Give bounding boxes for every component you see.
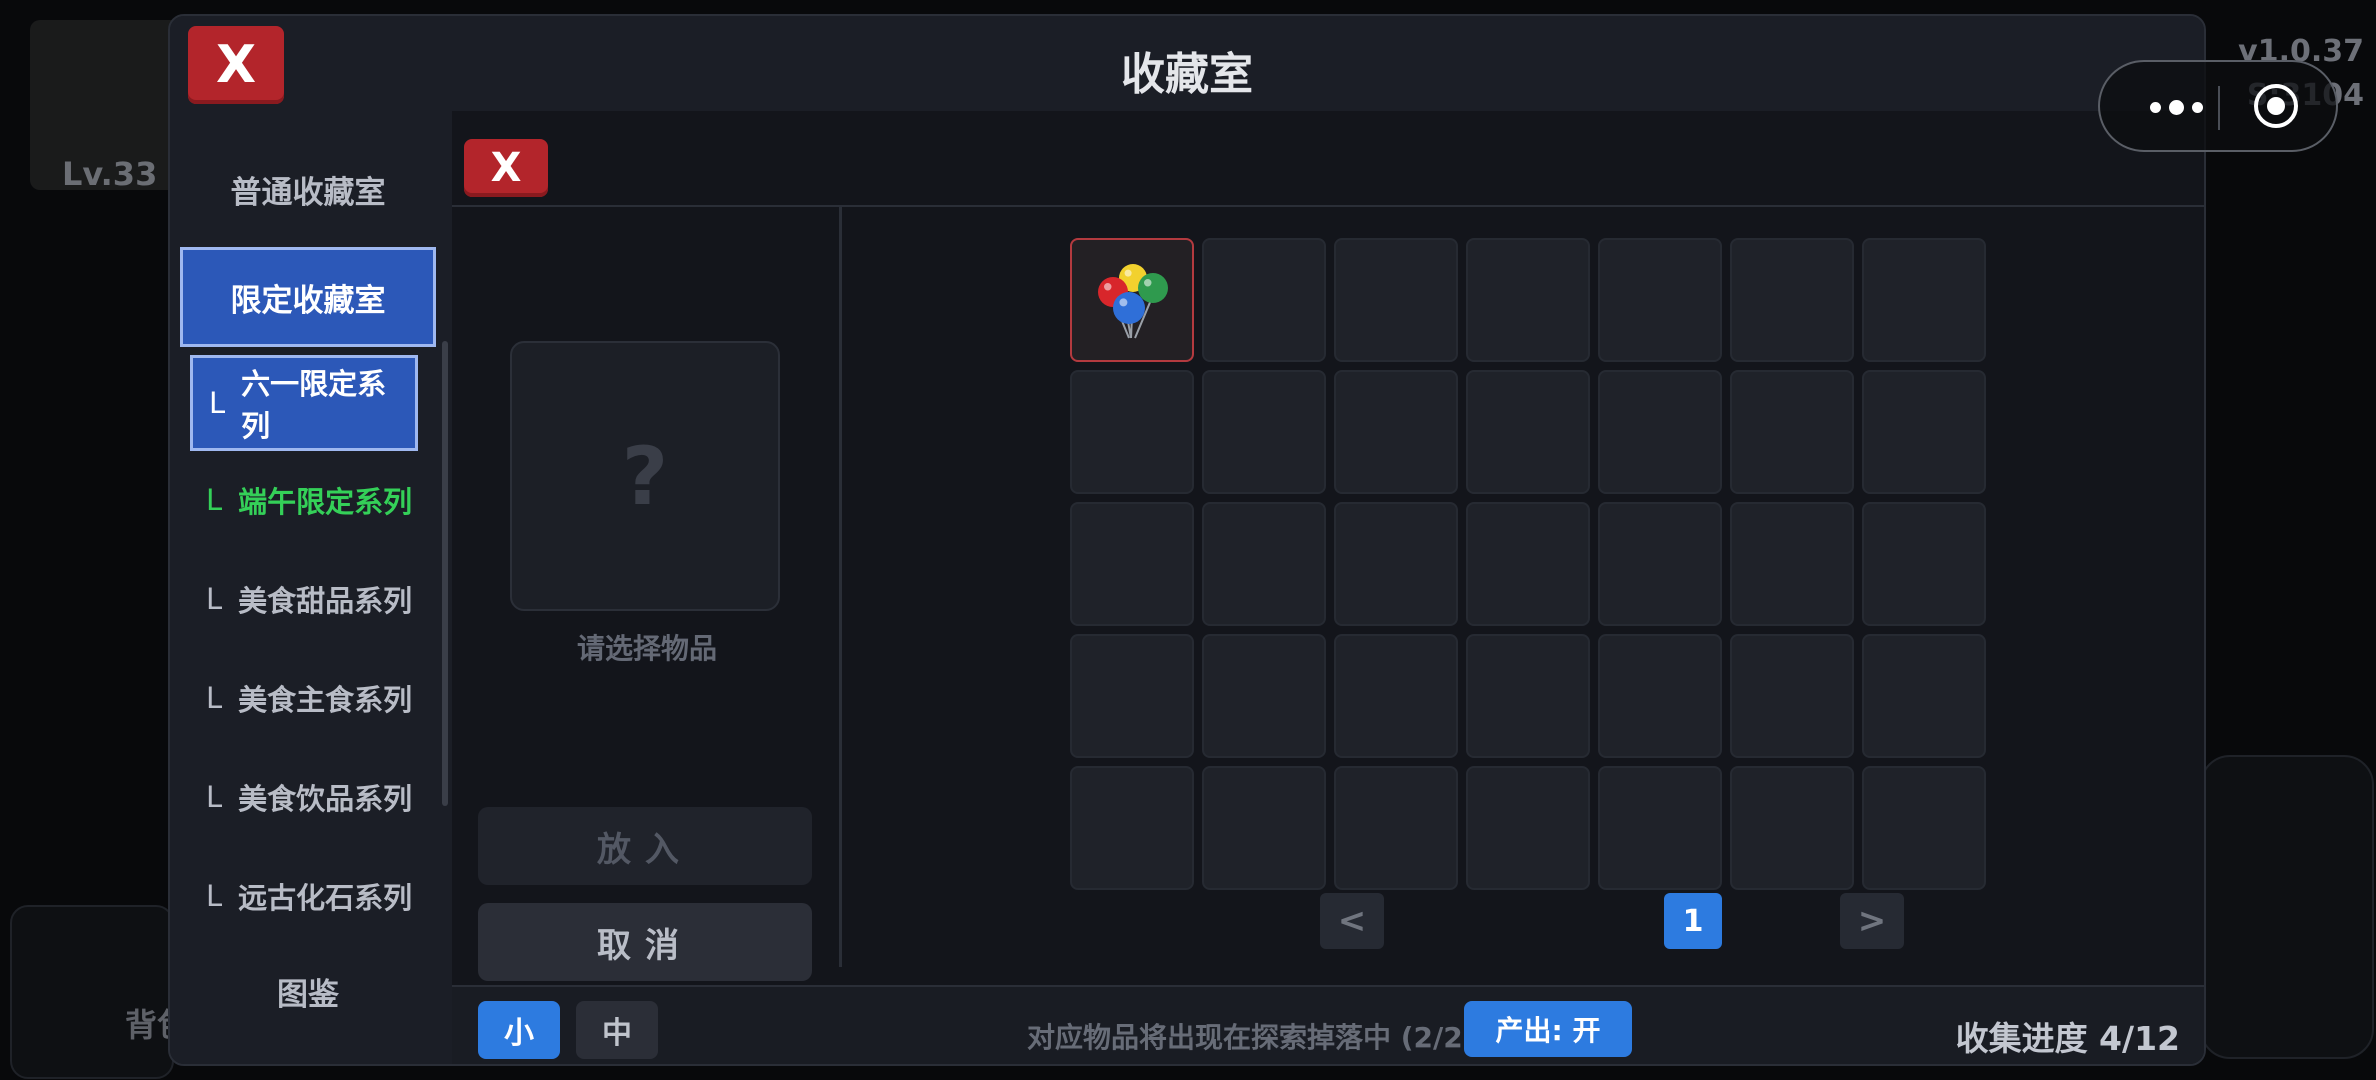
more-options-icon[interactable] [2136,82,2216,132]
subitem-label: 六一限定系列 [241,367,387,443]
grid-slot[interactable] [1730,502,1854,626]
sidebar-subitem-staple[interactable]: L 美食主食系列 [190,650,418,746]
collection-grid [1070,238,1986,890]
select-item-hint: 请选择物品 [576,632,717,665]
grid-slot[interactable] [1730,766,1854,890]
grid-slot[interactable] [1334,634,1458,758]
size-medium-button[interactable]: 中 [576,1001,658,1059]
subitem-label: 美食饮品系列 [238,782,413,816]
grid-slot[interactable] [1466,634,1590,758]
subitem-prefix: L [206,780,223,814]
subitem-label: 远古化石系列 [238,881,413,915]
sidebar-subitem-dessert[interactable]: L 美食甜品系列 [190,551,418,647]
grid-slot[interactable] [1862,370,1986,494]
grid-slot[interactable] [1862,238,1986,362]
sidebar-item-catalog[interactable]: 图鉴 [180,941,436,1041]
sidebar-scrollbar[interactable] [442,341,448,806]
size-small-button[interactable]: 小 [478,1001,560,1059]
content-subheader: X [452,111,2204,207]
sidebar-subitem-drinks[interactable]: L 美食饮品系列 [190,749,418,845]
put-in-button[interactable]: 放入 [478,807,812,885]
collection-progress: 收集进度 4/12 [1955,1019,2180,1058]
grid-slot[interactable] [1202,766,1326,890]
backpack-button-bg [10,905,174,1079]
item-detail-panel: ? 请选择物品 放入 取消 [452,207,842,981]
grid-slot[interactable] [1334,370,1458,494]
subitem-label: 美食主食系列 [238,683,413,717]
cancel-button[interactable]: 取消 [478,903,812,981]
grid-slot[interactable] [1202,238,1326,362]
grid-slot[interactable] [1862,766,1986,890]
modal-title: 收藏室 [1121,49,1253,100]
grid-slot[interactable] [1070,502,1194,626]
modal-header: X 收藏室 [170,16,2204,111]
collection-room-modal: X 收藏室 普通收藏室 限定收藏室 L 六一限定系列 L 端午限定系列 L 美食… [168,14,2206,1066]
miniprogram-capsule [2098,60,2338,152]
capsule-divider [2218,86,2220,130]
sidebar-subitem-dragon-boat[interactable]: L 端午限定系列 [190,452,418,548]
collection-footer: 小 中 对应物品将出现在探索掉落中 (2/2) 产出: 开 收集进度 4/12 [452,985,2204,1064]
collection-content: X ? 请选择物品 放入 取消 < 1 > 小 中 对应物品将出现在探索掉落中 … [452,111,2204,1064]
close-miniprogram-icon[interactable] [2254,84,2298,128]
grid-slot[interactable] [1334,766,1458,890]
grid-slot[interactable] [1070,370,1194,494]
collection-sidebar: 普通收藏室 限定收藏室 L 六一限定系列 L 端午限定系列 L 美食甜品系列 L… [170,111,452,1064]
grid-slot[interactable] [1334,502,1458,626]
output-toggle-button[interactable]: 产出: 开 [1464,1001,1632,1057]
grid-slot[interactable] [1466,370,1590,494]
subitem-prefix: L [209,386,226,420]
grid-slot[interactable] [1862,502,1986,626]
grid-slot[interactable] [1598,634,1722,758]
grid-slot[interactable] [1730,370,1854,494]
item-preview-slot: ? [510,341,780,611]
grid-slot[interactable] [1466,502,1590,626]
prev-page-button[interactable]: < [1320,893,1384,949]
grid-slot[interactable] [1862,634,1986,758]
grid-slot[interactable] [1730,238,1854,362]
next-page-button[interactable]: > [1840,893,1904,949]
subitem-label: 美食甜品系列 [238,584,413,618]
subitem-prefix: L [206,483,223,517]
grid-slot[interactable] [1598,370,1722,494]
grid-slot[interactable] [1598,238,1722,362]
subitem-prefix: L [206,582,223,616]
subpanel-close-button[interactable]: X [464,139,548,197]
sidebar-item-normal-collection[interactable]: 普通收藏室 [180,139,436,239]
balloons-icon [1098,264,1168,339]
grid-slot[interactable] [1598,766,1722,890]
grid-slot[interactable] [1202,634,1326,758]
grid-slot[interactable] [1202,370,1326,494]
player-level: Lv.33 [62,155,158,193]
grid-slot[interactable] [1202,502,1326,626]
grid-slot[interactable] [1070,766,1194,890]
sidebar-item-limited-collection[interactable]: 限定收藏室 [180,247,436,347]
subitem-label: 端午限定系列 [238,485,413,519]
action-button-bg [2200,755,2374,1059]
drop-note: 对应物品将出现在探索掉落中 (2/2) [1027,1021,1476,1054]
subitem-prefix: L [206,879,223,913]
sidebar-subitem-fossil[interactable]: L 远古化石系列 [190,848,418,944]
grid-slot[interactable] [1070,634,1194,758]
grid-slot[interactable] [1070,238,1194,362]
grid-slot[interactable] [1466,238,1590,362]
current-page-indicator[interactable]: 1 [1664,893,1722,949]
subitem-prefix: L [206,681,223,715]
sidebar-subitem-children-day[interactable]: L 六一限定系列 [190,355,418,451]
grid-slot[interactable] [1730,634,1854,758]
grid-slot[interactable] [1334,238,1458,362]
grid-slot[interactable] [1466,766,1590,890]
grid-slot[interactable] [1598,502,1722,626]
